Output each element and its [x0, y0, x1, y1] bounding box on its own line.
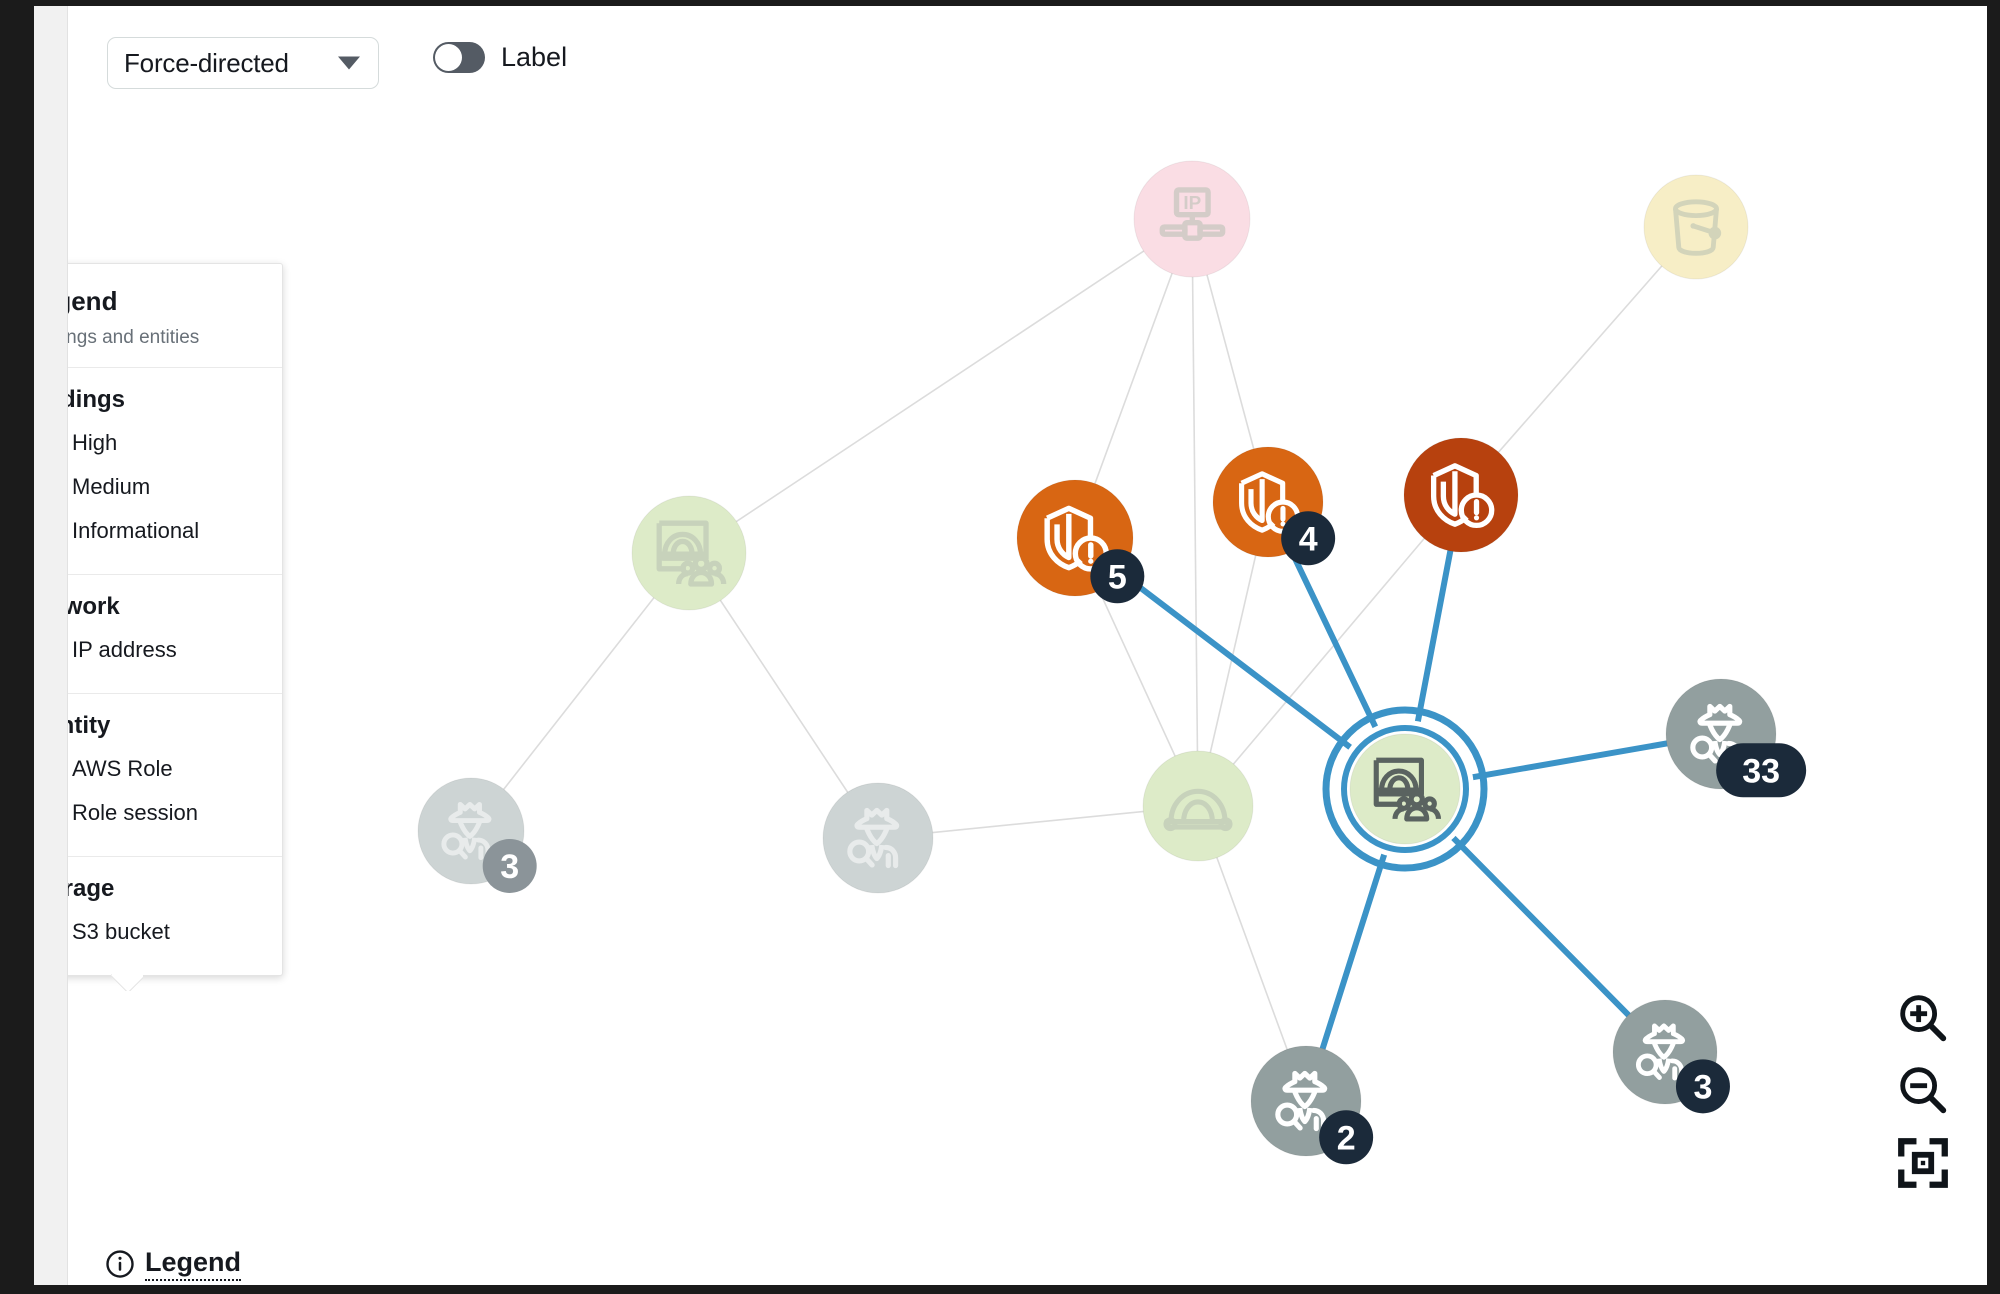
- legend-section: Identity AWS Role: [68, 694, 282, 857]
- zoom-out-button[interactable]: [1894, 1061, 1952, 1124]
- node-badge-count: 3: [1693, 1068, 1712, 1106]
- graph-node[interactable]: 4: [1212, 446, 1336, 566]
- node-badge-count: 33: [1742, 752, 1780, 790]
- legend-item: S3 bucket: [68, 915, 258, 948]
- legend-item-label: Role session: [72, 799, 198, 825]
- legend-item-label: IP address: [72, 636, 177, 662]
- graph-node[interactable]: [1403, 437, 1519, 553]
- legend-item: Informational: [68, 514, 258, 547]
- node-circle[interactable]: [822, 782, 934, 894]
- graph-node[interactable]: 33: [1665, 678, 1807, 798]
- legend-section: Storage S3 bucket: [68, 857, 282, 975]
- node-circle[interactable]: [1403, 437, 1519, 553]
- legend-section-title: Identity: [68, 712, 111, 739]
- graph-node[interactable]: [631, 495, 747, 611]
- legend-section-title: Network: [68, 593, 120, 620]
- legend-section: Findings High Medium: [68, 368, 282, 575]
- legend-header: Legend Findings and entities: [68, 264, 282, 368]
- graph-node[interactable]: 5: [1016, 479, 1145, 604]
- node-badge-count: 5: [1108, 558, 1127, 596]
- legend-popover: Legend Findings and entities Findings Hi…: [68, 263, 283, 976]
- legend-item-label: High: [72, 429, 118, 455]
- window-frame-right: [1987, 0, 2000, 1294]
- node-circle[interactable]: [1142, 750, 1254, 862]
- graph-edge[interactable]: [1191, 218, 1199, 807]
- graph-explorer-window: Force-directed Label IP 5 4 3 33 3 2 end…: [0, 0, 2000, 1294]
- legend-item-label: Informational: [72, 517, 200, 543]
- legend-subtitle: Findings and entities: [68, 327, 200, 348]
- legend-item: High: [68, 426, 258, 459]
- graph-node[interactable]: 2: [1250, 1045, 1374, 1165]
- graph-visualization[interactable]: IP 5 4 3 33 3 2: [68, 6, 1987, 1285]
- graph-edges: [470, 218, 1724, 1104]
- graph-node[interactable]: 3: [417, 777, 537, 893]
- node-badge-count: 3: [500, 848, 519, 886]
- legend-section-title: Storage: [68, 875, 115, 902]
- legend-button-label: Legend: [145, 1247, 242, 1281]
- magnifier-plus-icon: [1900, 995, 1947, 1042]
- graph-node[interactable]: IP: [1133, 160, 1251, 278]
- legend-popover-arrow: [111, 974, 143, 991]
- legend-item: IP IP address: [68, 633, 258, 666]
- graph-node[interactable]: [1322, 706, 1488, 872]
- node-badge-count: 4: [1299, 520, 1318, 558]
- node-badge-count: 2: [1337, 1119, 1356, 1157]
- legend-item-label: S3 bucket: [72, 918, 170, 944]
- legend-item-label: Medium: [72, 473, 151, 499]
- legend-item: AWS Role: [68, 752, 258, 785]
- fit-screen-icon: [1898, 1138, 1948, 1188]
- window-frame-left: [0, 0, 34, 1294]
- legend-item-label: AWS Role: [72, 755, 173, 781]
- zoom-in-button[interactable]: [1894, 989, 1952, 1052]
- legend-title: Legend: [68, 286, 118, 316]
- legend-button[interactable]: Legend: [105, 1247, 242, 1281]
- graph-canvas[interactable]: Force-directed Label IP 5 4 3 33 3 2 end…: [68, 6, 1987, 1285]
- legend-section: Network IP IP address: [68, 575, 282, 694]
- svg-text:IP: IP: [1183, 192, 1201, 213]
- legend-item: Role session: [68, 796, 258, 829]
- graph-node[interactable]: [1142, 750, 1254, 862]
- legend-item: Medium: [68, 470, 258, 503]
- graph-node[interactable]: 3: [1612, 999, 1730, 1114]
- legend-section-title: Findings: [68, 386, 125, 413]
- left-rail: [34, 6, 68, 1285]
- window-frame-bottom: [0, 1285, 2000, 1294]
- fit-to-screen-button[interactable]: [1894, 1134, 1952, 1197]
- graph-nodes: IP 5 4 3 33 3 2: [417, 160, 1807, 1165]
- graph-node[interactable]: [822, 782, 934, 894]
- graph-node[interactable]: [1643, 174, 1749, 280]
- info-circle-icon: [106, 1250, 134, 1278]
- legend-sections: Findings High Medium: [68, 368, 282, 975]
- magnifier-minus-icon: [1900, 1067, 1947, 1114]
